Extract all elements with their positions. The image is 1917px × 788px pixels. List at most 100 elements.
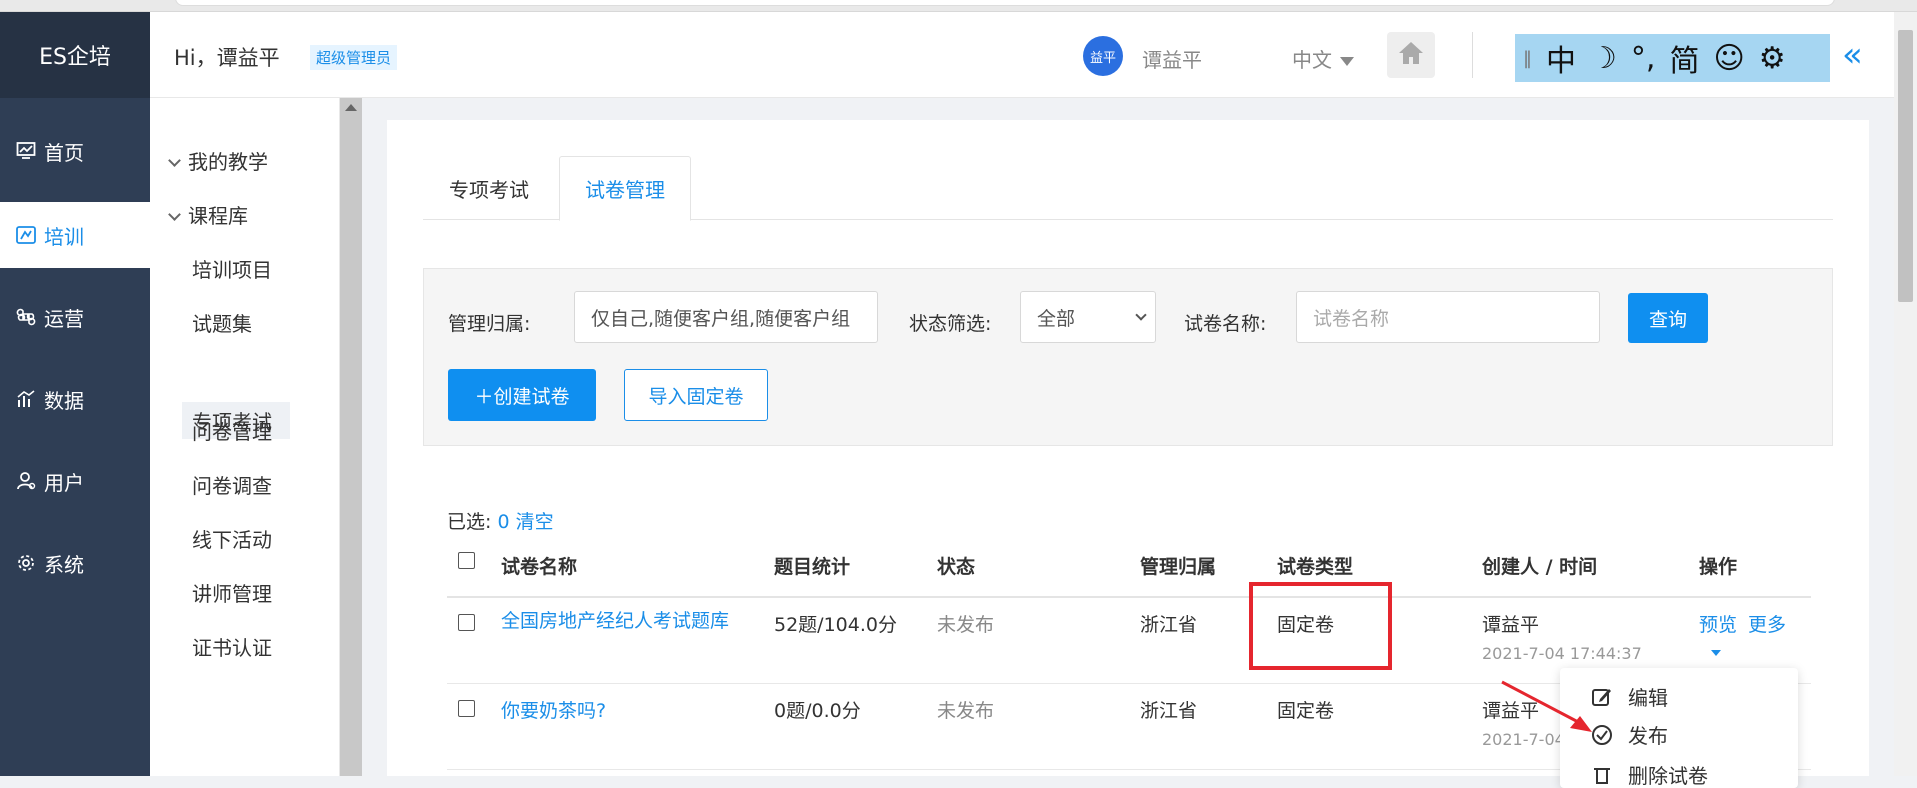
user-icon	[14, 469, 38, 493]
nav-item-users[interactable]: 用户	[0, 448, 150, 514]
submenu-scrollbar[interactable]	[340, 98, 362, 776]
browser-top-strip	[0, 0, 1917, 12]
owner-input[interactable]: 仅自己,随便客户组,随便客户组	[574, 291, 878, 343]
selection-summary: 已选: 0 清空	[447, 507, 554, 534]
nav-item-system[interactable]: 系统	[0, 530, 150, 596]
submenu-label: 课程库	[188, 204, 248, 228]
nav-item-label: 培训	[44, 224, 84, 249]
scroll-up-arrow-icon[interactable]	[345, 104, 357, 111]
nav-item-label: 数据	[44, 388, 84, 413]
ime-toolbar: ‖ 中 ☽ °, 简 ☺ ⚙	[1515, 34, 1830, 82]
paper-name-link[interactable]: 全国房地产经纪人考试题库	[501, 606, 746, 636]
clear-selection-link[interactable]: 清空	[516, 511, 554, 533]
chevron-down-icon	[168, 208, 181, 221]
red-arrow-annotation	[1501, 680, 1592, 732]
col-paper-name: 试卷名称	[501, 556, 578, 578]
row-checkbox[interactable]	[458, 700, 475, 717]
address-bar[interactable]	[175, 0, 1835, 6]
question-stats: 52题/104.0分	[774, 614, 897, 636]
command-icon	[14, 305, 38, 329]
col-owner: 管理归属	[1140, 556, 1217, 578]
language-selector[interactable]: 中文	[1292, 44, 1354, 73]
dashboard-icon	[14, 139, 38, 163]
select-all-checkbox[interactable]	[458, 552, 475, 569]
ime-smiley-icon[interactable]: ☺	[1713, 41, 1744, 76]
trash-icon	[1590, 762, 1614, 786]
paper-name-input[interactable]: 试卷名称	[1296, 291, 1600, 343]
dropdown-item-edit[interactable]: 编辑	[1590, 682, 1668, 711]
col-actions: 操作	[1699, 556, 1738, 578]
paper-name-link[interactable]: 你要奶茶吗?	[501, 696, 606, 723]
ime-punctuation[interactable]: °,	[1631, 41, 1656, 76]
col-paper-type: 试卷类型	[1277, 556, 1354, 578]
ime-simplified[interactable]: 简	[1669, 36, 1699, 80]
col-status: 状态	[937, 556, 976, 578]
submenu-group-my-teaching[interactable]: 我的教学	[168, 146, 360, 175]
col-question-stats: 题目统计	[774, 556, 851, 578]
paper-name-label: 试卷名称:	[1184, 313, 1267, 335]
submenu-label: 我的教学	[188, 150, 268, 174]
collapse-double-chevron-icon[interactable]: «	[1842, 38, 1863, 72]
tab-special-exam[interactable]: 专项考试	[423, 156, 555, 220]
import-fixed-paper-button[interactable]: 导入固定卷	[624, 369, 768, 421]
filter-panel: 管理归属: 仅自己,随便客户组,随便客户组 状态筛选: 全部 试卷名称: 试卷名…	[423, 268, 1833, 446]
question-stats: 0题/0.0分	[774, 700, 861, 722]
caret-down-icon[interactable]	[1711, 650, 1721, 656]
selection-count: 0	[497, 511, 510, 533]
ime-chinese-mode[interactable]: 中	[1546, 36, 1576, 80]
owner-text: 浙江省	[1140, 614, 1198, 636]
dropdown-label: 发布	[1628, 724, 1668, 748]
nav-item-label: 首页	[44, 140, 84, 165]
dropdown-label: 编辑	[1628, 686, 1668, 710]
tab-bar: 专项考试 试卷管理	[423, 156, 1833, 221]
caret-down-icon	[1340, 57, 1354, 66]
ime-settings-icon[interactable]: ⚙	[1759, 41, 1786, 76]
status-select[interactable]: 全部	[1020, 291, 1156, 343]
selection-prefix: 已选:	[447, 511, 492, 533]
home-icon	[1396, 39, 1426, 71]
app-logo: ES企培	[0, 12, 150, 98]
nav-item-training[interactable]: 培训	[0, 202, 150, 268]
page-scrollbar[interactable]	[1894, 12, 1917, 776]
owner-text: 浙江省	[1140, 700, 1198, 722]
training-icon	[14, 223, 38, 247]
sub-menu: 我的教学 课程库 培训项目 试题集 专项考试 问卷管理 问卷调查 线下活动 讲师…	[150, 98, 340, 776]
col-creator-time: 创建人 / 时间	[1482, 556, 1598, 578]
row-checkbox[interactable]	[458, 614, 475, 631]
nav-item-operations[interactable]: 运营	[0, 284, 150, 350]
home-button[interactable]	[1387, 32, 1435, 78]
created-time: 2021-7-04 17:44:37	[1482, 644, 1642, 663]
dropdown-item-delete[interactable]: 删除试卷	[1590, 760, 1708, 788]
submenu-group-course-library[interactable]: 课程库	[168, 200, 360, 229]
top-header: Hi，谭益平 超级管理员 益平 谭益平 中文 ‖ 中 ☽ °, 简 ☺ ⚙ «	[150, 12, 1894, 98]
header-divider	[1472, 32, 1473, 78]
ime-grip-icon[interactable]: ‖	[1523, 48, 1532, 69]
chevron-down-icon	[168, 154, 181, 167]
chevron-down-icon	[1135, 309, 1147, 321]
scrollbar-thumb[interactable]	[1898, 30, 1913, 302]
greeting: Hi，谭益平	[174, 46, 280, 70]
ime-moon-icon[interactable]: ☽	[1590, 41, 1617, 76]
preview-link[interactable]: 预览	[1699, 610, 1737, 637]
paper-type-text: 固定卷	[1277, 700, 1335, 722]
nav-item-data[interactable]: 数据	[0, 366, 150, 432]
language-label: 中文	[1292, 48, 1332, 72]
creator-name: 谭益平	[1482, 614, 1540, 636]
status-text: 未发布	[937, 700, 995, 722]
tab-paper-management[interactable]: 试卷管理	[559, 156, 691, 221]
table-header: 试卷名称 题目统计 状态 管理归属 试卷类型 创建人 / 时间 操作	[447, 540, 1811, 598]
user-name[interactable]: 谭益平	[1142, 44, 1202, 73]
dropdown-item-publish[interactable]: 发布	[1590, 720, 1668, 749]
create-paper-button[interactable]: ＋创建试卷	[448, 369, 596, 421]
role-badge: 超级管理员	[310, 45, 398, 70]
gear-icon	[14, 551, 38, 575]
highlight-annotation-box	[1249, 582, 1392, 670]
status-label: 状态筛选:	[909, 313, 992, 335]
nav-item-label: 系统	[44, 552, 84, 577]
owner-label: 管理归属:	[448, 313, 531, 335]
chart-icon	[14, 387, 38, 411]
nav-item-home[interactable]: 首页	[0, 118, 150, 184]
query-button[interactable]: 查询	[1628, 293, 1708, 343]
more-link[interactable]: 更多	[1748, 610, 1786, 637]
avatar[interactable]: 益平	[1083, 36, 1123, 76]
